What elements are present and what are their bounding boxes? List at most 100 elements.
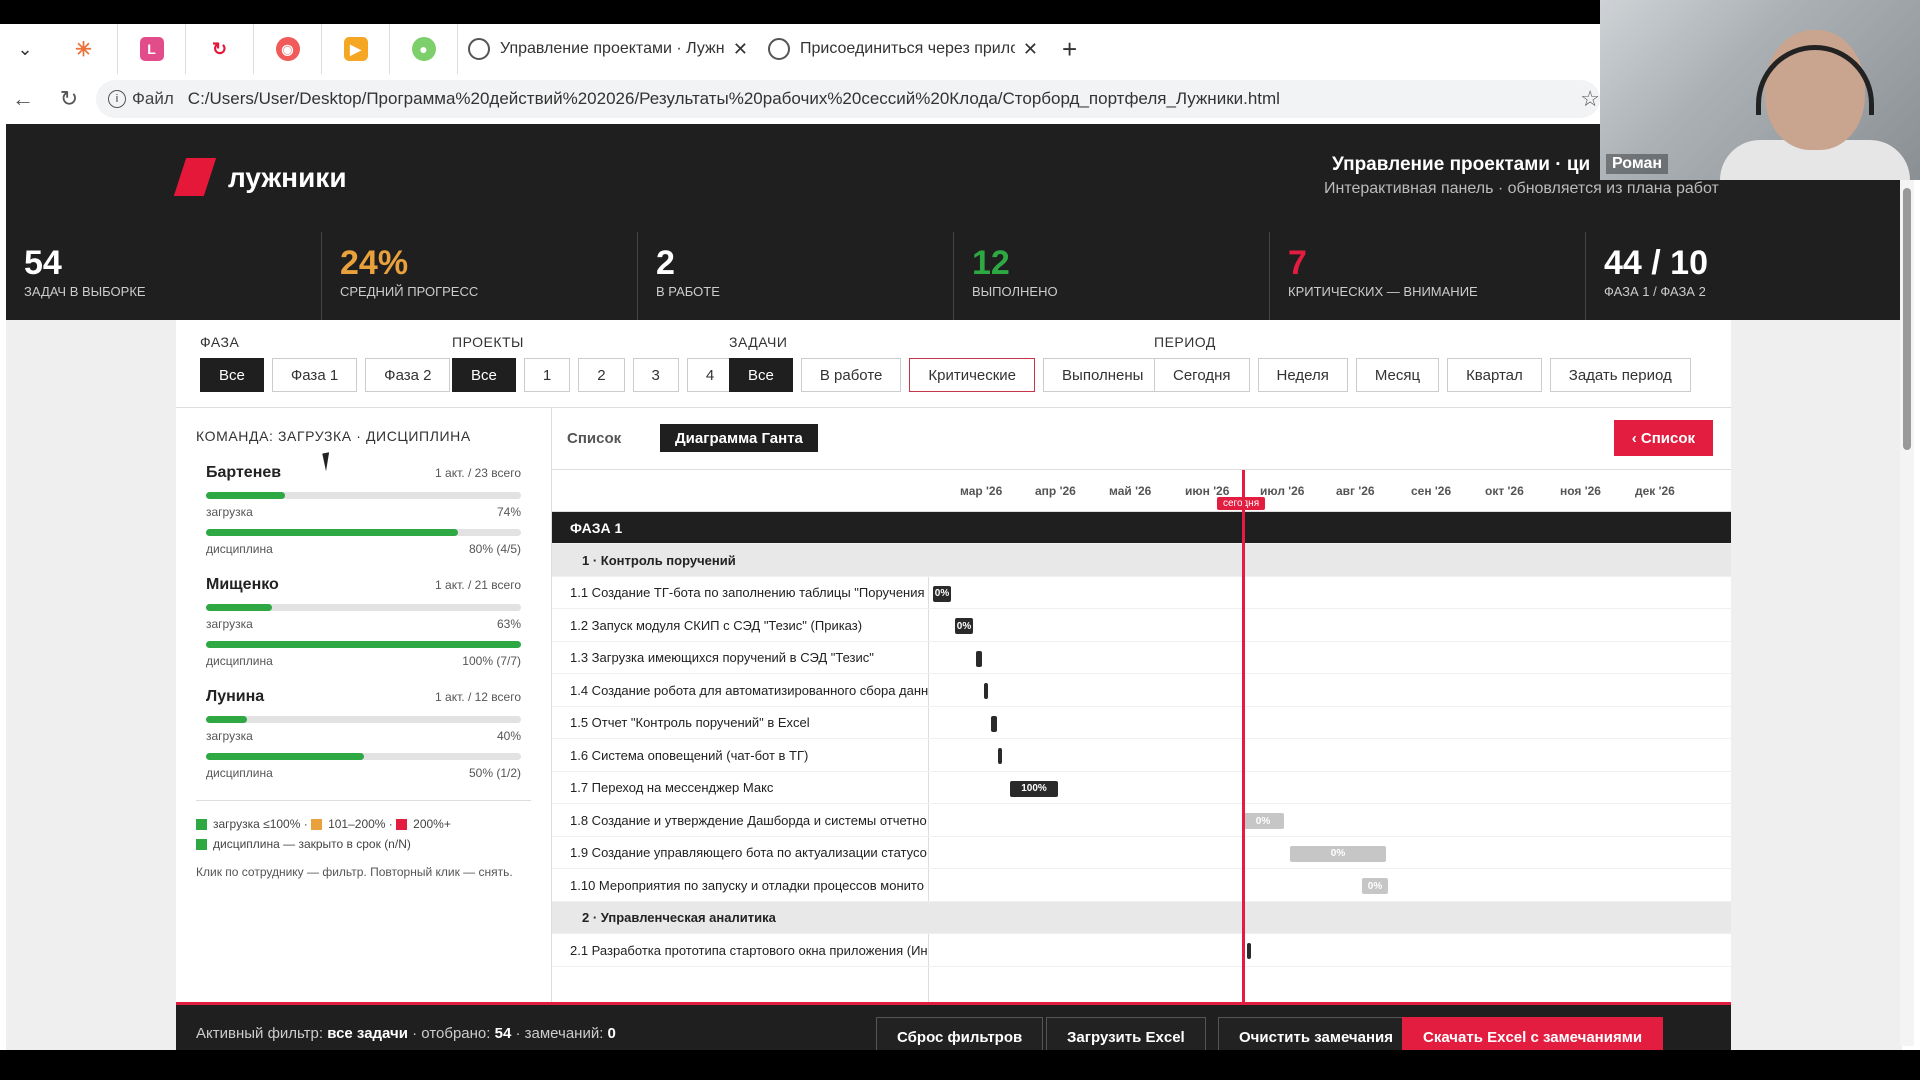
filter-period-option[interactable]: Месяц <box>1355 358 1440 392</box>
tab-2[interactable]: Присоединиться через приложе ✕ <box>758 24 1048 74</box>
kpi-card: 7 КРИТИЧЕСКИХ — ВНИМАНИЕ <box>1270 232 1586 320</box>
team-panel-title: КОМАНДА: ЗАГРУЗКА · ДИСЦИПЛИНА <box>196 428 471 444</box>
task-label: 1.3 Загрузка имеющихся поручений в СЭД "… <box>570 650 874 665</box>
close-tab-icon[interactable]: ✕ <box>733 39 748 60</box>
gantt-bar[interactable]: 0% <box>1242 813 1284 829</box>
filter-period-option[interactable]: Квартал <box>1447 358 1542 392</box>
gantt-task-row[interactable]: 1.8 Создание и утверждение Дашборда и си… <box>552 804 1731 837</box>
gantt-bar[interactable]: 0% <box>1290 845 1386 862</box>
url-text[interactable]: C:/Users/User/Desktop/Программа%20действ… <box>188 89 1280 109</box>
page-title: Управление проектами · ци <box>1332 154 1591 175</box>
filter-period-option[interactable]: Неделя <box>1257 358 1348 392</box>
webcam-name: Роман <box>1606 154 1669 174</box>
filter-title: ПРОЕКТЫ <box>452 334 524 350</box>
clear-remarks-button[interactable]: Очистить замечания <box>1218 1017 1414 1050</box>
filter-phase-option[interactable]: Фаза 1 <box>271 358 358 392</box>
back-icon[interactable]: ← <box>0 86 46 112</box>
filters-bar: ФАЗА Все Фаза 1 Фаза 2 ПРОЕКТЫ Все 1 2 3 4 ЗАД… <box>176 320 1731 408</box>
filter-tasks-option[interactable]: Выполнены <box>1043 358 1163 392</box>
new-tab-icon[interactable]: + <box>1048 34 1091 65</box>
discipline-bar <box>206 753 521 760</box>
filter-phase-option[interactable]: Фаза 2 <box>365 358 451 392</box>
tab-gantt-view[interactable]: Диаграмма Ганта <box>660 424 818 452</box>
filter-group-tasks: ЗАДАЧИ Все В работе Критические Выполнены <box>729 334 1163 392</box>
task-label: 1.5 Отчет "Контроль поручений" в Excel <box>570 715 810 730</box>
legend-discipline: дисциплина — закрыто в срок (n/N) <box>213 837 411 851</box>
pinned-tab-1[interactable]: ✳ <box>50 24 118 74</box>
reload-icon[interactable]: ↻ <box>46 86 92 112</box>
gantt-task-row[interactable]: 1.10 Мероприятия по запуску и отладки пр… <box>552 869 1731 902</box>
omnibox[interactable]: i Файл C:/Users/User/Desktop/Программа%2… <box>96 80 1600 118</box>
gantt-task-row[interactable]: 1.5 Отчет "Контроль поручений" в Excel <box>552 707 1731 739</box>
tab-title: Управление проектами · Лужник <box>500 40 725 57</box>
load-label: загрузка <box>206 729 253 743</box>
filter-tasks-option[interactable]: В работе <box>800 358 902 392</box>
gantt-bar[interactable] <box>991 715 997 732</box>
close-tab-icon[interactable]: ✕ <box>1023 39 1038 60</box>
kpi-card: 54 ЗАДАЧ В ВЫБОРКЕ <box>6 232 322 320</box>
gantt-task-row[interactable]: 1.3 Загрузка имеющихся поручений в СЭД "… <box>552 642 1731 674</box>
gantt-task-row[interactable]: 1.7 Переход на мессенджер Макс 100% <box>552 772 1731 804</box>
filter-tasks-option[interactable]: Критические <box>909 358 1036 392</box>
pinned-tab-6[interactable]: ● <box>390 24 458 74</box>
pinned-tab-5[interactable]: ▶ <box>322 24 390 74</box>
gantt-bar[interactable] <box>998 748 1002 764</box>
tab-list-dropdown-icon[interactable]: ⌄ <box>0 24 50 74</box>
kpi-label: В РАБОТЕ <box>656 284 720 299</box>
back-to-list-button[interactable]: ‹ Список <box>1613 420 1713 456</box>
gantt-bar[interactable] <box>984 683 988 699</box>
bookmark-star-icon[interactable]: ☆ <box>1580 86 1600 112</box>
team-member[interactable]: Мищенко 1 акт. / 21 всего загрузка 63% дисци… <box>196 576 531 668</box>
task-label: 1.7 Переход на мессенджер Макс <box>570 780 774 795</box>
gantt-task-row[interactable]: 2.1 Разработка прототипа стартового окна… <box>552 934 1731 967</box>
task-label: 1.2 Запуск модуля СКИП с СЭД "Тезис" (Пр… <box>570 617 863 633</box>
info-icon[interactable]: i <box>108 90 126 108</box>
kpi-value: 7 <box>1288 244 1307 282</box>
pinned-tab-3[interactable]: ↻ <box>186 24 254 74</box>
scrollbar-thumb[interactable] <box>1903 188 1911 450</box>
pinned-site-icon: ▶ <box>343 37 368 61</box>
team-member[interactable]: Бартенев 1 акт. / 23 всего загрузка 74% дисц… <box>196 464 531 556</box>
gantt-bar[interactable]: 100% <box>1010 780 1058 797</box>
load-bar-fill <box>206 492 285 499</box>
download-excel-button[interactable]: Скачать Excel с замечаниями <box>1402 1017 1664 1050</box>
gantt-bar[interactable] <box>1247 943 1251 959</box>
team-hint: Клик по сотруднику — фильтр. Повторный к… <box>196 865 513 879</box>
gantt-bar[interactable]: 0% <box>1362 878 1388 894</box>
page-scrollbar[interactable] <box>1900 176 1914 1046</box>
main-card: ФАЗА Все Фаза 1 Фаза 2 ПРОЕКТЫ Все 1 2 3 4 ЗАД… <box>176 320 1731 1050</box>
gantt-task-row[interactable]: 1.9 Создание управляющего бота по актуал… <box>552 837 1731 869</box>
gantt-bar[interactable] <box>976 650 982 667</box>
team-member[interactable]: Лунина 1 акт. / 12 всего загрузка 40% дисцип… <box>196 688 531 780</box>
tab-list-view[interactable]: Список <box>552 424 636 452</box>
pinned-tab-4[interactable]: ◉ <box>254 24 322 74</box>
team-panel: КОМАНДА: ЗАГРУЗКА · ДИСЦИПЛИНА Бартенев 1… <box>176 408 552 1002</box>
load-value: 40% <box>496 729 521 743</box>
gantt-bar[interactable]: 0% <box>955 618 973 634</box>
gantt-task-row[interactable]: 1.1 Создание ТГ-бота по заполнению табли… <box>552 577 1731 609</box>
filter-group-phase: ФАЗА Все Фаза 1 Фаза 2 <box>200 334 451 392</box>
filter-projects-option[interactable]: Все <box>452 358 516 392</box>
filter-projects-option[interactable]: 4 <box>686 358 734 392</box>
filter-projects-option[interactable]: 1 <box>523 358 571 392</box>
filter-projects-option[interactable]: 2 <box>578 358 625 392</box>
filter-projects-option[interactable]: 3 <box>632 358 679 392</box>
gantt-task-row[interactable]: 1.4 Создание робота для автоматизированн… <box>552 674 1731 707</box>
active-filter-label: Активный фильтр: <box>196 1025 324 1042</box>
reset-filters-button[interactable]: Сброс фильтров <box>876 1017 1044 1050</box>
pinned-tab-2[interactable]: L <box>118 24 186 74</box>
gantt-task-row[interactable]: 1.2 Запуск модуля СКИП с СЭД "Тезис" (Пр… <box>552 609 1731 642</box>
gantt-task-row[interactable]: 1.6 Система оповещений (чат-бот в ТГ) <box>552 739 1731 772</box>
filter-title: ЗАДАЧИ <box>729 334 788 350</box>
filter-tasks-option[interactable]: Все <box>729 358 793 392</box>
filter-phase-option[interactable]: Все <box>200 358 264 392</box>
gantt-bar[interactable]: 0% <box>933 585 951 602</box>
filter-period-option[interactable]: Сегодня <box>1154 358 1250 392</box>
pinned-site-icon: L <box>139 37 164 61</box>
task-label: 2.1 Разработка прототипа стартового окна… <box>570 942 928 958</box>
team-member-name: Бартенев <box>206 464 282 481</box>
tab-active[interactable]: Управление проектами · Лужник ✕ <box>458 24 758 74</box>
filter-period-option[interactable]: Задать период <box>1549 358 1691 392</box>
load-excel-button[interactable]: Загрузить Excel <box>1046 1017 1206 1050</box>
load-bar <box>206 604 521 611</box>
